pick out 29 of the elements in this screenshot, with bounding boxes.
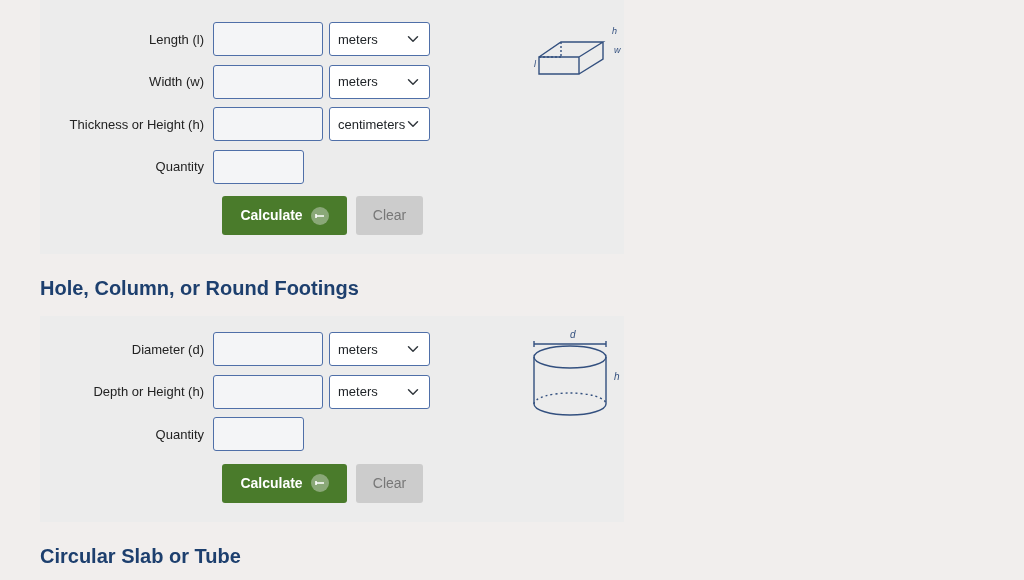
dimension-label: h: [614, 371, 620, 382]
box-drawing: [538, 41, 606, 75]
field-label: Length (l): [148, 30, 205, 49]
calculate-button[interactable]: Calculate: [222, 463, 347, 503]
section-heading: Hole, Column, or Round Footings: [40, 276, 360, 300]
input-field[interactable]: [213, 107, 323, 142]
unit-dropdown[interactable]: meters: [329, 374, 430, 409]
unit-dropdown[interactable]: meters: [329, 64, 430, 99]
section-heading: Circular Slab or Tube: [40, 543, 242, 568]
input-field[interactable]: [213, 64, 323, 99]
input-field[interactable]: [213, 149, 304, 184]
dimension-label: h: [612, 26, 617, 36]
unit-dropdown[interactable]: meters: [329, 332, 430, 367]
field-label: Quantity: [154, 158, 205, 176]
dimension-label: w: [614, 45, 621, 55]
field-label: Diameter (d): [130, 340, 205, 359]
input-field[interactable]: [213, 332, 323, 367]
dimension-label: d: [570, 329, 576, 340]
field-label: Thickness or Height (h): [68, 115, 205, 134]
unit-dropdown[interactable]: meters: [329, 22, 430, 57]
input-field[interactable]: [213, 374, 323, 409]
field-label: Width (w): [148, 73, 205, 91]
dimension-label: l: [534, 59, 536, 69]
calculate-button[interactable]: Calculate: [222, 196, 347, 235]
field-label: Quantity: [154, 425, 205, 444]
unit-dropdown[interactable]: centimeters: [329, 107, 430, 142]
input-field[interactable]: [213, 22, 323, 57]
field-label: Depth or Height (h): [92, 383, 205, 401]
input-field[interactable]: [213, 417, 304, 452]
